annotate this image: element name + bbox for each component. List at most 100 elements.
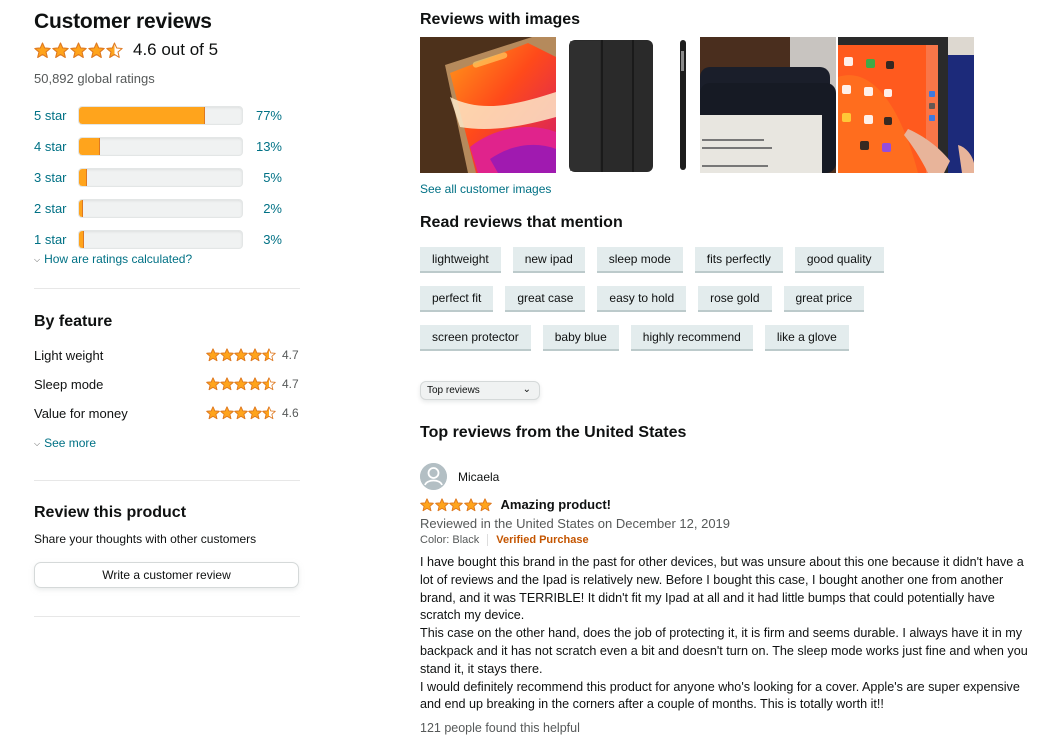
feature-stars-icon bbox=[206, 406, 276, 420]
review-color-variant[interactable]: Color: Black bbox=[420, 534, 479, 546]
histogram-percent[interactable]: 77% bbox=[256, 108, 282, 123]
review-stars-icon bbox=[420, 497, 493, 512]
review-paragraph: I would definitely recommend this produc… bbox=[420, 679, 1020, 712]
histogram-bar-fill bbox=[79, 107, 205, 124]
star-half-icon bbox=[262, 406, 276, 420]
review-paragraph: I have bought this brand in the past for… bbox=[420, 555, 1024, 623]
histogram-bar[interactable] bbox=[78, 199, 243, 218]
histogram-bar-fill bbox=[79, 138, 101, 155]
see-more-label: See more bbox=[44, 436, 97, 450]
mention-chip[interactable]: screen protector bbox=[420, 325, 531, 351]
mention-chip-row: lightweight new ipad sleep mode fits per… bbox=[420, 247, 980, 273]
customer-image-1[interactable] bbox=[420, 37, 556, 173]
histogram-row-3-star[interactable]: 3 star 5% bbox=[34, 162, 300, 193]
see-all-customer-images-link[interactable]: See all customer images bbox=[420, 182, 551, 196]
histogram-label[interactable]: 3 star bbox=[34, 170, 78, 185]
feature-name: Sleep mode bbox=[34, 376, 104, 392]
histogram-label[interactable]: 1 star bbox=[34, 232, 78, 247]
mention-chip[interactable]: great price bbox=[783, 286, 865, 312]
share-thoughts-text: Share your thoughts with other customers bbox=[34, 532, 257, 546]
overall-rating-text: 4.6 out of 5 bbox=[133, 40, 219, 59]
feature-rating-value: 4.7 bbox=[282, 377, 299, 391]
mention-chip[interactable]: easy to hold bbox=[597, 286, 687, 312]
review-title[interactable]: Amazing product! bbox=[501, 497, 612, 512]
star-full-icon bbox=[220, 348, 234, 362]
star-full-icon bbox=[234, 377, 248, 391]
by-feature-heading: By feature bbox=[34, 313, 113, 330]
star-full-icon bbox=[248, 406, 262, 420]
histogram-row-2-star[interactable]: 2 star 2% bbox=[34, 193, 300, 224]
histogram-label[interactable]: 4 star bbox=[34, 139, 78, 154]
review-paragraph: This case on the other hand, does the jo… bbox=[420, 626, 1028, 676]
histogram-bar-fill bbox=[79, 169, 88, 186]
histogram-bar[interactable] bbox=[78, 168, 243, 187]
mention-chip[interactable]: baby blue bbox=[542, 325, 619, 351]
mention-chip[interactable]: lightweight bbox=[420, 247, 501, 273]
histogram-row-1-star[interactable]: 1 star 3% bbox=[34, 224, 300, 255]
review-author[interactable]: Micaela bbox=[420, 463, 499, 490]
star-full-icon bbox=[34, 42, 51, 58]
overall-stars-icon bbox=[34, 42, 124, 59]
histogram-row-5-star[interactable]: 5 star 77% bbox=[34, 100, 300, 131]
mention-chip[interactable]: good quality bbox=[794, 247, 884, 273]
star-half-icon bbox=[262, 377, 276, 391]
sort-selected-value: Top reviews bbox=[427, 385, 480, 396]
feature-name: Value for money bbox=[34, 405, 128, 421]
histogram-bar-fill bbox=[79, 200, 84, 217]
avatar-icon bbox=[420, 463, 447, 490]
customer-reviews-heading: Customer reviews bbox=[34, 10, 212, 33]
histogram-bar[interactable] bbox=[78, 230, 243, 249]
verified-purchase-badge: Verified Purchase bbox=[496, 534, 589, 546]
star-full-icon bbox=[420, 497, 434, 511]
mention-chip[interactable]: great case bbox=[505, 286, 586, 312]
histogram-label[interactable]: 2 star bbox=[34, 201, 78, 216]
star-full-icon bbox=[248, 348, 262, 362]
sort-reviews-dropdown[interactable]: Top reviews ⌄ bbox=[420, 381, 540, 400]
customer-image-3[interactable] bbox=[700, 37, 836, 173]
chevron-down-icon: ⌵ bbox=[34, 439, 41, 448]
mention-chip[interactable]: perfect fit bbox=[420, 286, 494, 312]
histogram-row-4-star[interactable]: 4 star 13% bbox=[34, 131, 300, 162]
star-full-icon bbox=[52, 42, 69, 58]
write-review-button[interactable]: Write a customer review bbox=[34, 562, 299, 588]
star-full-icon bbox=[220, 377, 234, 391]
star-full-icon bbox=[478, 497, 492, 511]
mention-chip[interactable]: rose gold bbox=[698, 286, 772, 312]
histogram-percent[interactable]: 5% bbox=[263, 170, 282, 185]
customer-image-4[interactable] bbox=[838, 37, 974, 173]
star-full-icon bbox=[234, 406, 248, 420]
histogram-percent[interactable]: 13% bbox=[256, 139, 282, 154]
histogram-bar[interactable] bbox=[78, 137, 243, 156]
meta-separator bbox=[487, 534, 489, 546]
mention-chip[interactable]: new ipad bbox=[512, 247, 585, 273]
how-ratings-calculated-link[interactable]: ⌵ How are ratings calculated? bbox=[34, 252, 192, 266]
top-reviews-heading: Top reviews from the United States bbox=[420, 424, 687, 441]
reviews-with-images-heading: Reviews with images bbox=[420, 11, 581, 28]
mention-chip[interactable]: highly recommend bbox=[630, 325, 753, 351]
feature-row-light-weight: Light weight 4.7 bbox=[34, 345, 300, 365]
mention-chip[interactable]: like a glove bbox=[764, 325, 849, 351]
mention-chip[interactable]: sleep mode bbox=[596, 247, 683, 273]
star-full-icon bbox=[434, 497, 449, 511]
customer-image-2[interactable] bbox=[562, 37, 698, 173]
star-full-icon bbox=[220, 406, 234, 420]
see-more-features-link[interactable]: ⌵ See more bbox=[34, 436, 96, 450]
global-ratings-count: 50,892 global ratings bbox=[34, 71, 155, 86]
histogram-percent[interactable]: 3% bbox=[263, 232, 282, 247]
review-author-name: Micaela bbox=[458, 469, 500, 484]
histogram-label[interactable]: 5 star bbox=[34, 108, 78, 123]
star-full-icon bbox=[206, 406, 220, 420]
histogram-bar-fill bbox=[79, 231, 84, 248]
rating-histogram: 5 star 77% 4 star 13% 3 star 5% 2 star 2… bbox=[34, 100, 300, 255]
histogram-bar[interactable] bbox=[78, 106, 243, 125]
mention-chips: lightweight new ipad sleep mode fits per… bbox=[420, 247, 980, 364]
review-title-row: Amazing product! bbox=[420, 497, 611, 512]
star-half-icon bbox=[262, 348, 276, 362]
overall-rating[interactable]: 4.6 out of 5 bbox=[34, 40, 218, 60]
section-divider bbox=[34, 480, 300, 481]
how-ratings-calculated-label: How are ratings calculated? bbox=[44, 252, 193, 266]
star-full-icon bbox=[206, 348, 220, 362]
histogram-percent[interactable]: 2% bbox=[263, 201, 282, 216]
mention-chip[interactable]: fits perfectly bbox=[694, 247, 783, 273]
star-full-icon bbox=[449, 497, 463, 511]
